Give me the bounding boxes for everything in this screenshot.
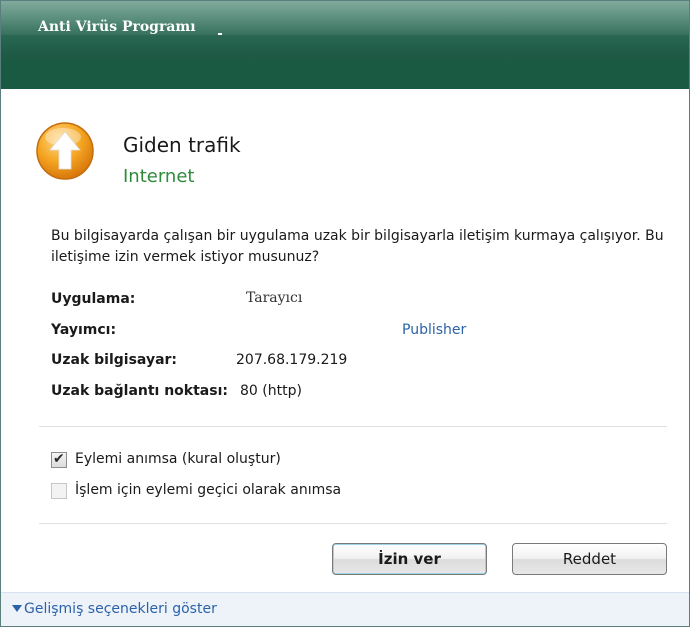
- advanced-options-link[interactable]: Gelişmiş seçenekleri göster: [24, 601, 217, 617]
- publisher-value[interactable]: Publisher: [402, 322, 466, 338]
- remote-port-label: Uzak bağlantı noktası:: [51, 383, 228, 399]
- dialog-heading: Giden trafik: [123, 133, 241, 157]
- remote-computer-label: Uzak bilgisayar:: [51, 352, 178, 368]
- expand-triangle-icon[interactable]: [12, 605, 22, 612]
- application-label: Uygulama:: [51, 291, 136, 307]
- text-cursor: [218, 33, 222, 35]
- application-value: Tarayıcı: [246, 290, 303, 306]
- description-text: Bu bilgisayarda çalışan bir uygulama uza…: [51, 228, 664, 265]
- advanced-options-footer[interactable]: Gelişmiş seçenekleri göster: [1, 592, 689, 626]
- dialog-window: Anti Virüs Programı Giden trafik Interne…: [0, 0, 690, 627]
- checkmark-icon: ✔: [53, 451, 65, 467]
- deny-button[interactable]: Reddet: [512, 543, 667, 575]
- button-divider: [39, 523, 667, 524]
- section-divider: [39, 426, 667, 427]
- remote-port-value: 80 (http): [240, 383, 302, 399]
- remember-temp-checkbox[interactable]: [51, 483, 67, 499]
- title-bar-band: [1, 61, 689, 89]
- up-arrow-icon: [33, 119, 97, 183]
- remember-action-label[interactable]: Eylemi anımsa (kural oluştur): [75, 451, 281, 467]
- remember-temp-option[interactable]: İşlem için eylemi geçici olarak anımsa: [51, 482, 411, 502]
- remember-action-option[interactable]: ✔ Eylemi anımsa (kural oluştur): [51, 451, 351, 471]
- remember-temp-label[interactable]: İşlem için eylemi geçici olarak anımsa: [75, 482, 341, 498]
- window-title: Anti Virüs Programı: [38, 19, 196, 35]
- network-zone-label: Internet: [123, 166, 195, 187]
- publisher-label: Yayımcı:: [51, 322, 117, 338]
- remote-computer-value: 207.68.179.219: [236, 352, 348, 368]
- allow-button[interactable]: İzin ver: [332, 543, 487, 575]
- title-bar[interactable]: Anti Virüs Programı: [1, 1, 689, 89]
- remember-action-checkbox[interactable]: ✔: [51, 451, 67, 468]
